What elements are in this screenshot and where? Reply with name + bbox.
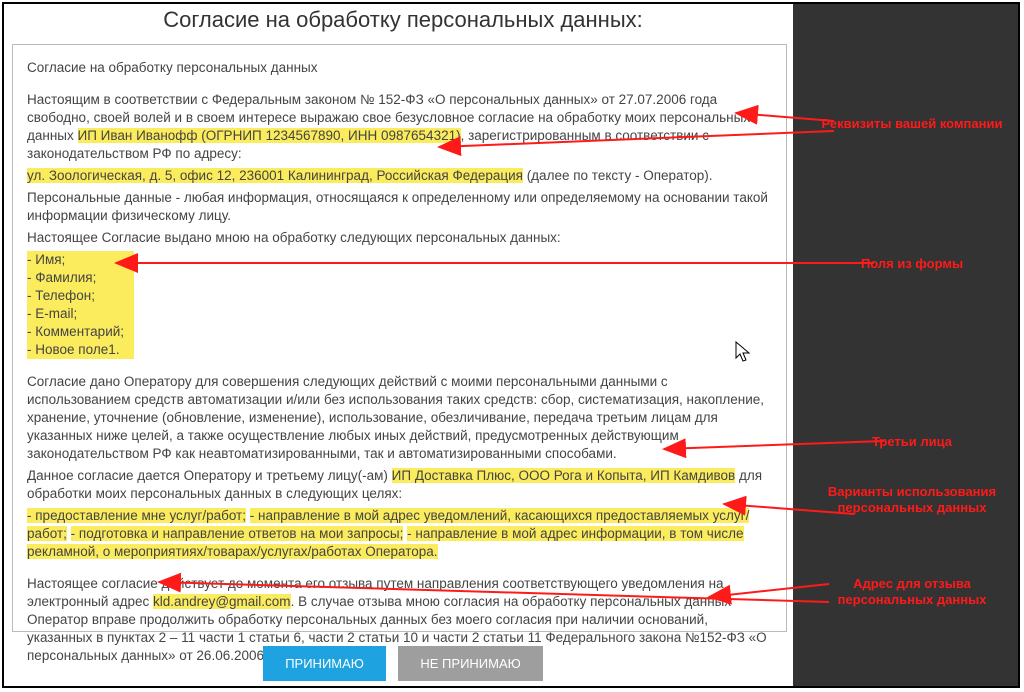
doc-heading: Согласие на обработку персональных данны… xyxy=(27,59,772,77)
callout-company: Реквизиты вашей компании xyxy=(812,116,1012,132)
callout-fields: Поля из формы xyxy=(812,256,1012,272)
third-parties-highlight: ИП Доставка Плюс, ООО Рога и Копыта, ИП … xyxy=(392,468,736,483)
decline-button[interactable]: НЕ ПРИНИМАЮ xyxy=(398,646,542,681)
company-name-highlight: ИП Иван Иванофф (ОГРНИП 1234567890, ИНН … xyxy=(78,128,461,143)
dialog-title: Согласие на обработку персональных данны… xyxy=(4,7,802,33)
callout-email: Адрес для отзыва персональных данных xyxy=(812,576,1012,608)
definition-paragraph: Персональные данные - любая информация, … xyxy=(27,189,772,225)
consent-document: Согласие на обработку персональных данны… xyxy=(12,44,787,632)
usage-item: - подготовка и направление ответов на мо… xyxy=(71,526,404,541)
accept-button[interactable]: ПРИНИМАЮ xyxy=(263,646,386,681)
actions-paragraph: Согласие дано Оператору для совершения с… xyxy=(27,373,772,463)
field-item: - Комментарий; xyxy=(27,323,124,341)
field-item: - Фамилия; xyxy=(27,269,124,287)
field-item: - Имя; xyxy=(27,251,124,269)
callout-third: Третьи лица xyxy=(812,434,1012,450)
intro-paragraph: Настоящим в соответствии с Федеральным з… xyxy=(27,91,772,163)
revoke-email-highlight: kld.andrey@gmail.com xyxy=(153,594,291,609)
callout-usage: Варианты использования персональных данн… xyxy=(812,484,1012,516)
address-line: ул. Зоологическая, д. 5, офис 12, 236001… xyxy=(27,167,772,185)
fields-lead: Настоящее Согласие выдано мною на обрабо… xyxy=(27,229,772,247)
third-party-paragraph: Данное согласие дается Оператору и треть… xyxy=(27,467,772,503)
usage-list: - предоставление мне услуг/работ; - напр… xyxy=(27,507,772,561)
fields-list: - Имя; - Фамилия; - Телефон; - E-mail; -… xyxy=(27,251,134,359)
field-item: - Телефон; xyxy=(27,287,124,305)
company-address-highlight: ул. Зоологическая, д. 5, офис 12, 236001… xyxy=(27,168,523,183)
usage-item: - предоставление мне услуг/работ; xyxy=(27,508,246,523)
field-item: - Новое поле1. xyxy=(27,341,124,359)
dialog-buttons: ПРИНИМАЮ НЕ ПРИНИМАЮ xyxy=(4,646,802,681)
field-item: - E-mail; xyxy=(27,305,124,323)
